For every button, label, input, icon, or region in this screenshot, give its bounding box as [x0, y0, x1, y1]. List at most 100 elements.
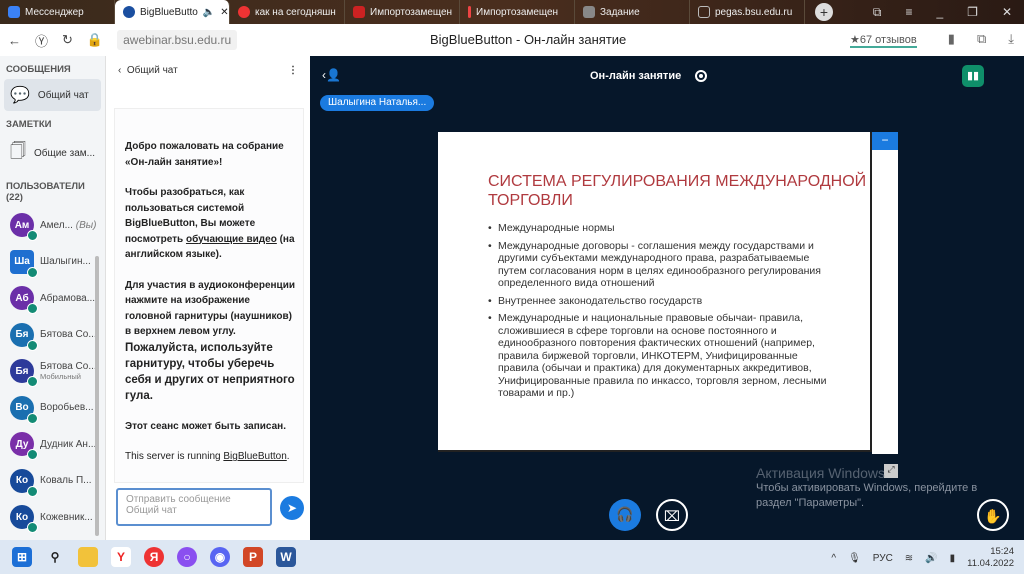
user-list-item[interactable]: Аб Абрамова...: [0, 280, 105, 317]
menu-icon[interactable]: ≡: [905, 5, 912, 20]
bigbluebutton-link[interactable]: BigBlueButton: [223, 451, 286, 462]
users-scrollbar[interactable]: [95, 256, 99, 536]
yandex-icon[interactable]: Я: [144, 547, 164, 567]
reload-icon[interactable]: ↻: [62, 32, 73, 48]
user-list-item[interactable]: Ду Дудник Ан...: [0, 426, 105, 463]
headphones-audio-button[interactable]: 🎧: [609, 499, 641, 531]
tab-label: Импортозамещен: [476, 6, 559, 18]
yandex-browser-icon[interactable]: Y: [111, 547, 131, 567]
yandex-home-icon[interactable]: Ⓨ: [35, 31, 48, 50]
back-chevron-icon[interactable]: ‹: [118, 65, 127, 76]
sidebar: СООБЩЕНИЯ 💬 Общий чат ЗАМЕТКИ 🗍 Общие зам.…: [0, 56, 105, 540]
start-icon[interactable]: ⊞: [12, 547, 32, 567]
tab-label: BigBlueButto: [140, 6, 198, 18]
audio-status-icon: [27, 303, 38, 315]
user-list-item[interactable]: Ко Кожевник...: [0, 499, 105, 536]
address-bar: ← Ⓨ ↻ 🔒 awebinar.bsu.edu.ru BigBlueButto…: [0, 24, 1024, 56]
sidebar-item-label: Общие зам...: [33, 148, 95, 159]
user-list-item[interactable]: Ам Амел... (Вы): [0, 207, 105, 244]
close-icon[interactable]: ✕: [1002, 5, 1012, 20]
document-icon: [698, 6, 710, 18]
meeting-title: Он-лайн занятие: [590, 70, 682, 82]
alice-icon[interactable]: ○: [177, 547, 197, 567]
slide-bullet: Внутреннее законодательство государств: [488, 295, 840, 308]
bookmark-icon[interactable]: ▮: [948, 31, 955, 47]
volume-icon[interactable]: 🔊: [925, 553, 937, 564]
user-name: Амел...: [40, 219, 73, 231]
sidebar-item-shared-notes[interactable]: 🗍 Общие зам...: [4, 134, 101, 173]
notes-heading: ЗАМЕТКИ: [6, 119, 52, 130]
microphone-icon[interactable]: 🎙: [848, 553, 861, 564]
audio-status-icon: [27, 339, 38, 351]
discord-icon[interactable]: ◉: [210, 547, 230, 567]
file-explorer-icon[interactable]: [78, 547, 98, 567]
user-list-item[interactable]: Во Воробьев...: [0, 390, 105, 427]
bookmarks-icon[interactable]: ⧉: [873, 5, 882, 20]
chat-message-input[interactable]: Отправить сообщение Общий чат: [116, 488, 272, 526]
tab-pegas[interactable]: pegas.bsu.edu.ru: [690, 0, 805, 24]
avatar: Бя: [10, 322, 38, 351]
server-text: This server is running: [125, 451, 224, 462]
download-icon[interactable]: ⤓: [1008, 31, 1014, 47]
word-icon[interactable]: W: [276, 547, 296, 567]
toggle-userlist-icon[interactable]: ‹👤: [322, 68, 341, 82]
restore-icon[interactable]: ❐: [967, 5, 978, 20]
presentation-area: ‹👤 Он-лайн занятие ▮▮ Шалыгина Наталья..…: [310, 56, 1024, 540]
connection-status-icon[interactable]: ▮▮: [962, 65, 984, 87]
user-list-item[interactable]: Ша Шалыгин...: [0, 244, 105, 281]
avatar-initials: Бя: [15, 365, 29, 377]
presenter-badge[interactable]: Шалыгина Наталья...: [320, 95, 435, 111]
avatar: Ко: [10, 468, 38, 497]
powerpoint-icon[interactable]: P: [243, 547, 263, 567]
extensions-icon[interactable]: ⧉: [977, 31, 986, 47]
slide-bullet: Международные договоры - соглашения межд…: [488, 240, 840, 290]
avatar: Ша: [10, 249, 38, 278]
tab-bigbluebutton[interactable]: BigBlueButto 🔈 ✕: [115, 0, 230, 24]
audio-message: Для участия в аудиоконференции нажмите н…: [125, 279, 295, 338]
reviews-link[interactable]: ★67 отзывов: [850, 33, 917, 48]
tab-label: Импортозамещен: [370, 6, 453, 18]
user-device: Мобильный: [40, 372, 81, 382]
battery-icon[interactable]: ▮: [950, 553, 956, 564]
back-icon[interactable]: ←: [8, 33, 21, 48]
user-name: Кожевник...: [40, 511, 93, 523]
avatar: Ко: [10, 505, 38, 534]
minimize-icon[interactable]: _: [936, 5, 943, 20]
tab-assignment[interactable]: Задание: [575, 0, 690, 24]
tab-import-1[interactable]: Импортозамещен: [345, 0, 460, 24]
close-tab-icon[interactable]: ✕: [220, 7, 228, 18]
server-text-end: .: [286, 451, 290, 462]
user-list-item[interactable]: Ко Коваль П...: [0, 463, 105, 500]
audio-status-icon: [27, 522, 38, 534]
chevron-up-icon[interactable]: ^: [831, 553, 836, 564]
speaker-icon[interactable]: 🔈: [203, 7, 215, 18]
minimize-presentation-button[interactable]: −: [872, 132, 898, 150]
shield-icon: [353, 6, 365, 18]
sidebar-item-public-chat[interactable]: 💬 Общий чат: [4, 79, 101, 111]
avatar: Во: [10, 395, 38, 424]
tab-yandex-search[interactable]: как на сегодняшн: [230, 0, 345, 24]
raise-hand-button[interactable]: ✋: [977, 499, 1009, 531]
tutorial-video-link[interactable]: обучающие видео: [186, 234, 277, 245]
bbb-icon: [123, 6, 135, 18]
tab-messenger[interactable]: Мессенджер: [0, 0, 115, 24]
new-tab-button[interactable]: +: [815, 3, 833, 21]
audio-status-icon: [27, 376, 38, 388]
clock[interactable]: 15:24 11.04.2022: [967, 546, 1014, 570]
user-list-item[interactable]: Бя Бятова Со...: [0, 317, 105, 354]
tab-import-2[interactable]: Импортозамещен: [460, 0, 575, 24]
wifi-icon[interactable]: ≋: [905, 553, 913, 564]
messages-heading: СООБЩЕНИЯ: [6, 64, 71, 75]
send-button[interactable]: ➤: [280, 496, 304, 520]
you-label: (Вы): [75, 219, 97, 231]
more-options-icon[interactable]: ⋮: [288, 65, 298, 76]
search-icon[interactable]: ⚲: [45, 547, 65, 567]
language-indicator[interactable]: РУС: [873, 553, 893, 564]
activation-text: Чтобы активировать Windows, перейдите в …: [756, 482, 978, 509]
user-list-item[interactable]: Бя Бятова Со... Мобильный: [0, 353, 105, 390]
share-webcam-button[interactable]: ⌧: [656, 499, 688, 531]
user-name: Бятова Со...: [40, 329, 97, 341]
time: 15:24: [990, 546, 1014, 557]
url-field[interactable]: awebinar.bsu.edu.ru: [117, 30, 238, 50]
recording-indicator-icon[interactable]: [695, 70, 707, 82]
